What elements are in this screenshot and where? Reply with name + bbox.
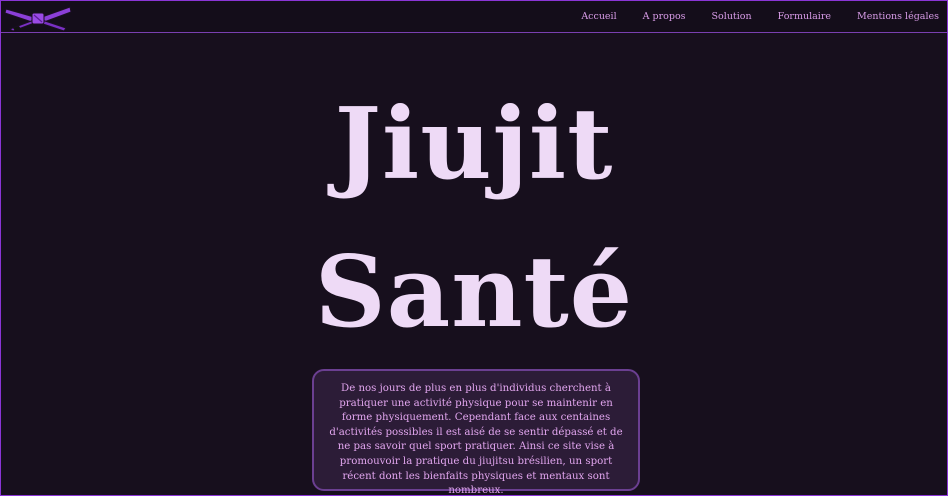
page: Accueil A propos Solution Formulaire Men… <box>0 0 948 496</box>
intro-paragraph: De nos jours de plus en plus d'individus… <box>329 383 623 496</box>
main-nav: Accueil A propos Solution Formulaire Men… <box>555 1 939 32</box>
nav-link-a-propos[interactable]: A propos <box>643 11 686 22</box>
hero-title-line-2: Santé <box>314 235 634 350</box>
nav-link-formulaire[interactable]: Formulaire <box>778 11 831 22</box>
navbar: Accueil A propos Solution Formulaire Men… <box>1 1 947 33</box>
nav-link-solution[interactable]: Solution <box>712 11 752 22</box>
hero-title-line-1: Jiujit <box>334 87 614 202</box>
belt-knot-icon[interactable] <box>4 4 72 32</box>
nav-link-mentions-legales[interactable]: Mentions légales <box>857 11 939 22</box>
nav-link-accueil[interactable]: Accueil <box>581 11 616 22</box>
hero-title: Jiujit Santé <box>1 71 947 367</box>
intro-text-box: De nos jours de plus en plus d'individus… <box>312 369 640 495</box>
